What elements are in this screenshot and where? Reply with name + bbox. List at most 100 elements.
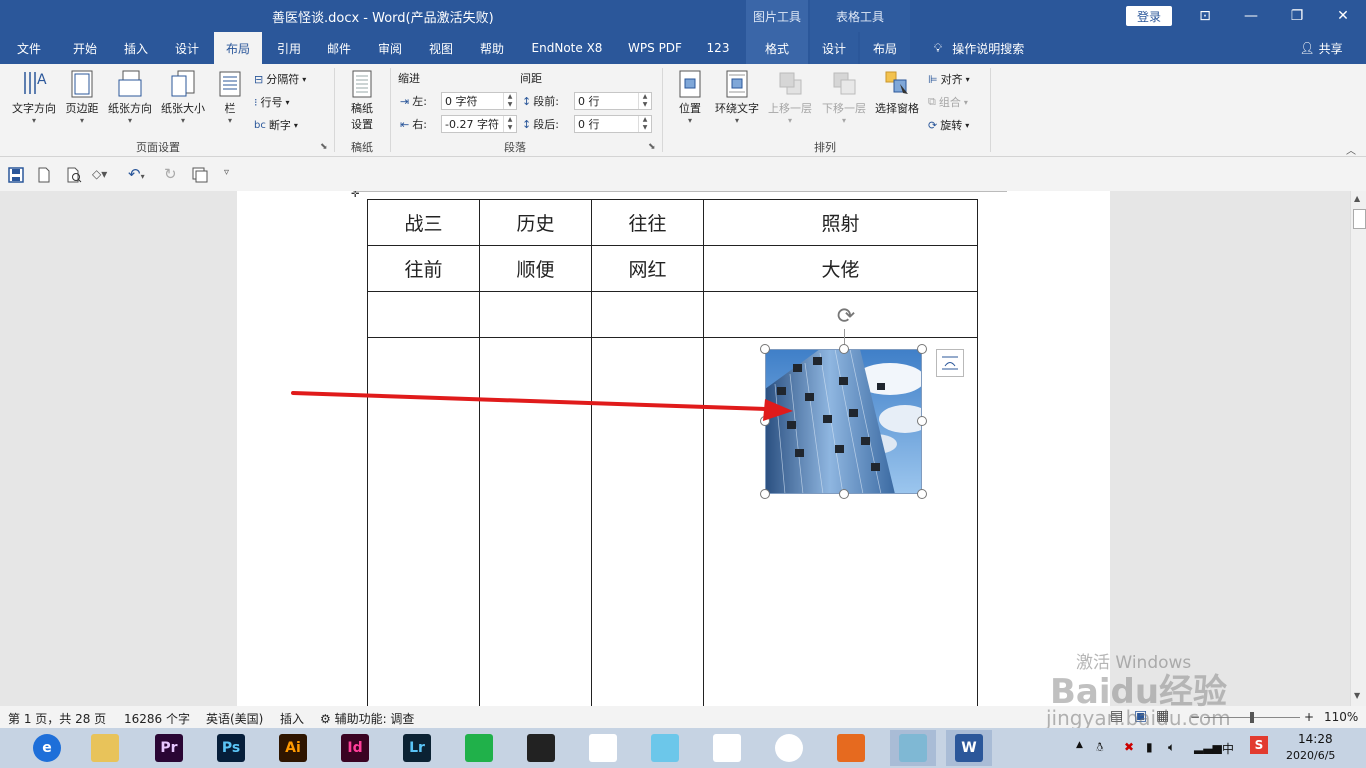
taskbar-app-premiere[interactable]: Pr [146, 730, 192, 766]
columns-button[interactable]: 栏 ▾ [214, 70, 246, 125]
tell-me-search[interactable]: 💡︎ 操作说明搜索 [924, 32, 1034, 64]
taskbar-app-lightroom[interactable]: Lr [394, 730, 440, 766]
table-move-handle-icon[interactable]: ✛ [351, 191, 359, 200]
taskbar-app-illustrator[interactable]: Ai [270, 730, 316, 766]
align-button[interactable]: ⊫ 对齐 ▾ [928, 71, 970, 87]
rotate-handle-icon[interactable]: ⟳ [833, 304, 859, 330]
tab-wps-pdf[interactable]: WPS PDF [620, 32, 690, 64]
table-cell[interactable]: 顺便 [479, 245, 592, 292]
tab-endnote[interactable]: EndNote X8 [524, 32, 610, 64]
taskbar-app-explorer[interactable] [82, 730, 128, 766]
tab-layout[interactable]: 布局 [214, 32, 262, 64]
indent-right-input[interactable]: -0.27 字符 ▲ ▼ [441, 115, 517, 133]
tab-table-layout[interactable]: 布局 [860, 32, 910, 64]
redo-icon[interactable]: ↻ [164, 165, 180, 183]
document-page[interactable]: ✛ 战三 历史 往往 照射 往前 顺便 网红 大佬 ⟳ [237, 191, 1110, 706]
tab-references[interactable]: 引用 [268, 32, 310, 64]
resize-handle[interactable] [839, 344, 849, 354]
taskbar-app-indesign[interactable]: Id [332, 730, 378, 766]
send-backward-button[interactable]: 下移一层 ▾ [818, 70, 870, 125]
ribbon-display-options-icon[interactable]: ⊡ [1182, 0, 1228, 32]
new-document-icon[interactable] [36, 167, 52, 183]
undo-icon[interactable]: ↶▾ [128, 165, 156, 183]
table-cell[interactable] [591, 291, 704, 338]
taskbar-app-chrome[interactable] [766, 730, 812, 766]
tab-table-design[interactable]: 设计 [810, 32, 858, 64]
tab-help[interactable]: 帮助 [470, 32, 514, 64]
margins-button[interactable]: 页边距 ▾ [62, 70, 102, 125]
hyphenation-button[interactable]: bc 断字 ▾ [254, 117, 298, 133]
line-numbers-button[interactable]: ⁝ 行号 ▾ [254, 94, 290, 110]
taskbar-app-edge[interactable]: e [24, 730, 70, 766]
taskbar-app-word[interactable]: W [946, 730, 992, 766]
page-count[interactable]: 第 1 页，共 28 页 [8, 710, 106, 727]
taskbar-app-qq[interactable] [704, 730, 750, 766]
taskbar-app-notes-app[interactable] [890, 730, 936, 766]
share-button[interactable]: 👤︎ 共享 [1296, 32, 1346, 64]
tab-design[interactable]: 设计 [166, 32, 208, 64]
taskbar-app-photoshop[interactable]: Ps [208, 730, 254, 766]
tab-123[interactable]: 123 [696, 32, 740, 64]
network-error-icon[interactable]: ✖ [1124, 740, 1134, 754]
insert-mode[interactable]: 插入 [280, 710, 304, 727]
taskbar-app-umbrella-app[interactable] [580, 730, 626, 766]
collapse-ribbon-icon[interactable]: ︿ [1346, 142, 1356, 157]
resize-handle[interactable] [760, 489, 770, 499]
language-status[interactable]: 英语(美国) [206, 710, 263, 727]
table-cell[interactable]: 照射 [703, 199, 978, 246]
table-cell[interactable]: 历史 [479, 199, 592, 246]
windows-icon[interactable] [192, 167, 208, 183]
volume-icon[interactable]: 🔈︎ [1168, 740, 1175, 755]
resize-handle[interactable] [839, 489, 849, 499]
tab-home[interactable]: 开始 [62, 32, 108, 64]
selection-pane-button[interactable]: 选择窗格 [872, 70, 922, 116]
zoom-in-button[interactable]: + [1304, 710, 1314, 724]
position-button[interactable]: 位置 ▾ [672, 70, 708, 125]
qq-tray-icon[interactable]: 🐧︎ [1096, 740, 1103, 756]
manuscript-setup-button[interactable]: 稿纸 设置 [344, 70, 380, 132]
battery-icon[interactable]: ▮ [1146, 740, 1153, 754]
close-button[interactable]: ✕ [1320, 0, 1366, 32]
resize-handle[interactable] [917, 489, 927, 499]
clock-date[interactable]: 2020/6/5 [1286, 749, 1335, 762]
page-setup-launcher-icon[interactable]: ⬊ [320, 142, 328, 152]
rotate-button[interactable]: ⟳ 旋转 ▾ [928, 117, 969, 133]
tray-expand-icon[interactable]: ▲ [1076, 740, 1083, 750]
zoom-out-button[interactable]: − [1190, 710, 1200, 724]
tab-review[interactable]: 审阅 [368, 32, 412, 64]
paragraph-launcher-icon[interactable]: ⬊ [648, 142, 656, 152]
indent-left-input[interactable]: 0 字符 ▲ ▼ [441, 92, 517, 110]
layout-options-icon[interactable] [936, 349, 964, 377]
tab-insert[interactable]: 插入 [114, 32, 158, 64]
print-preview-icon[interactable] [66, 167, 82, 183]
spacing-before-input[interactable]: 0 行 ▲ ▼ [574, 92, 652, 110]
table-cell[interactable]: 战三 [367, 199, 480, 246]
tab-view[interactable]: 视图 [420, 32, 462, 64]
taskbar-app-video-app[interactable] [518, 730, 564, 766]
taskbar-app-cat-app[interactable] [642, 730, 688, 766]
tab-mailings[interactable]: 邮件 [318, 32, 360, 64]
resize-handle[interactable] [760, 344, 770, 354]
read-mode-icon[interactable]: ▤ [1110, 708, 1123, 724]
wrap-text-button[interactable]: 环绕文字 ▾ [712, 70, 762, 125]
table-cell[interactable]: 往往 [591, 199, 704, 246]
vertical-scrollbar[interactable]: ▲ ▼ [1350, 191, 1366, 706]
ime-indicator[interactable]: 中 [1222, 740, 1234, 757]
size-button[interactable]: 纸张大小 ▾ [158, 70, 208, 125]
sogou-ime-icon[interactable]: S [1250, 736, 1268, 754]
login-button[interactable]: 登录 [1126, 6, 1172, 26]
scroll-thumb[interactable] [1353, 209, 1366, 229]
customize-qat-icon[interactable]: ▿ [224, 167, 236, 183]
scroll-down-icon[interactable]: ▼ [1354, 691, 1360, 700]
group-button[interactable]: ⧉ 组合 ▾ [928, 94, 968, 110]
table-cell[interactable] [367, 291, 480, 338]
orientation-button[interactable]: 纸张方向 ▾ [104, 70, 156, 125]
resize-handle[interactable] [917, 416, 927, 426]
resize-handle[interactable] [917, 344, 927, 354]
print-layout-icon[interactable]: ▣ [1134, 708, 1147, 724]
word-count[interactable]: 16286 个字 [124, 710, 190, 727]
taskbar-app-firefox[interactable] [828, 730, 874, 766]
shapes-icon[interactable]: ◇▾ [92, 167, 118, 183]
zoom-slider-thumb[interactable] [1250, 712, 1254, 723]
minimize-button[interactable]: — [1228, 0, 1274, 32]
